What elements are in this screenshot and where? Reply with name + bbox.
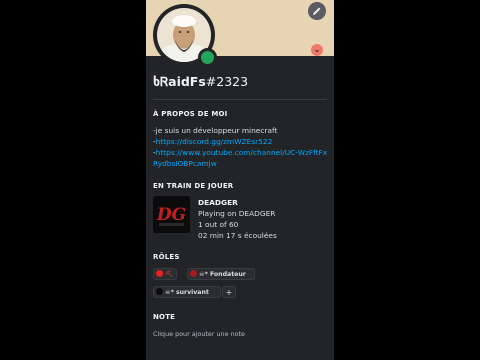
role-pill-survivant[interactable]: ☠* survivant xyxy=(153,286,221,298)
game-elapsed: 02 min 17 s écoulées xyxy=(198,231,277,240)
pencil-icon xyxy=(313,7,321,15)
role-pill-fondateur[interactable]: ☠* Fondateur xyxy=(187,268,255,280)
about-me-heading: À PROPOS DE MOI xyxy=(153,110,228,118)
pickaxe-icon: ⛏ xyxy=(165,271,173,278)
discord-invite-link[interactable]: https://discord.gg/zmWZEsr522 xyxy=(156,137,273,146)
plus-icon: + xyxy=(225,288,233,297)
discriminator: #2323 xyxy=(205,74,249,89)
about-line: -je suis un développeur minecraft xyxy=(153,126,278,135)
edit-profile-button[interactable] xyxy=(308,2,326,20)
activity-heading: EN TRAIN DE JOUER xyxy=(153,182,234,190)
user-profile-popout: ⌄ ხᏒaidFs#2323 À PROPOS DE MOI -je suis … xyxy=(146,0,334,360)
note-heading: NOTE xyxy=(153,313,176,321)
game-icon[interactable]: DG xyxy=(153,196,190,233)
profile-username[interactable]: ხᏒaidFs#2323 xyxy=(153,74,248,90)
avatar-frame[interactable] xyxy=(153,4,217,67)
game-details: Playing on DEADGER xyxy=(198,209,276,218)
roles-heading: RÔLES xyxy=(153,253,180,261)
online-status-indicator xyxy=(198,48,217,67)
add-role-button[interactable]: + xyxy=(222,286,236,298)
role-label: * survivant xyxy=(170,289,209,296)
about-me-text: -je suis un développeur minecraft -https… xyxy=(153,126,328,168)
divider xyxy=(153,99,327,100)
game-party: 1 out of 60 xyxy=(198,220,239,229)
role-label: * Fondateur xyxy=(204,271,246,278)
svg-text:DG: DG xyxy=(156,205,186,225)
role-color-dot xyxy=(156,288,163,295)
note-input[interactable]: Clique pour ajouter une note xyxy=(153,330,245,338)
role-color-dot xyxy=(190,270,197,277)
role-color-dot xyxy=(156,270,163,277)
game-name: DEADGER xyxy=(198,198,238,207)
activity-details: DEADGER Playing on DEADGER 1 out of 60 0… xyxy=(198,197,277,241)
username-text: ხᏒaidFs xyxy=(153,74,206,89)
chevron-down-icon[interactable]: ⌄ xyxy=(311,44,323,56)
role-pill[interactable]: ⛏ xyxy=(153,268,177,280)
youtube-channel-link[interactable]: https://www.youtube.com/channel/UC-WzFft… xyxy=(153,148,327,168)
